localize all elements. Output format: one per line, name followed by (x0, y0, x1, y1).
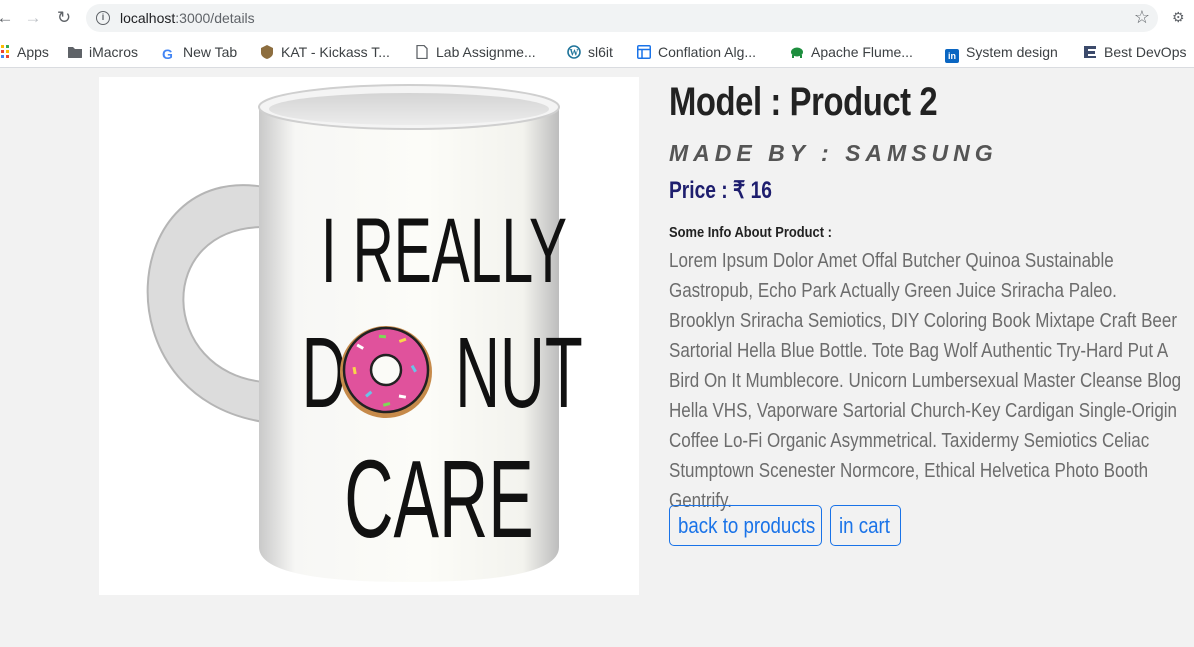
layout-icon (637, 45, 651, 59)
document-icon (416, 45, 428, 59)
browser-toolbar: ← → ↻ i localhost:3000/details ☆ ⚙ (0, 0, 1194, 36)
bookmark-label: New Tab (183, 44, 238, 60)
url-host: localhost (120, 10, 176, 26)
bookmark-label: Conflation Alg... (658, 44, 757, 60)
bookmark-sl6it[interactable]: Wsl6it (567, 42, 613, 62)
bookmark-label: System design (966, 44, 1058, 60)
mug-illustration: I REALLY D NUT CARE (146, 84, 583, 582)
forward-arrow-icon[interactable]: → (22, 7, 44, 29)
in-cart-button[interactable]: in cart (830, 505, 901, 546)
url-text[interactable]: localhost:3000/details (120, 10, 255, 26)
bookmark-conflation[interactable]: Conflation Alg... (637, 42, 756, 62)
reload-icon[interactable]: ↻ (53, 7, 75, 29)
mug-opening (269, 93, 549, 125)
bookmark-imacros[interactable]: iMacros (68, 42, 138, 62)
product-maker: made by : samsung (669, 140, 998, 166)
bookmark-label: Apache Flume... (811, 44, 913, 60)
linkedin-icon: in (945, 49, 959, 63)
bookmark-label: iMacros (89, 44, 139, 60)
google-icon: G (162, 46, 173, 62)
bookmark-apps[interactable]: Apps (0, 42, 49, 62)
bookmark-label: KAT - Kickass T... (281, 44, 390, 60)
bookmark-label: sl6it (588, 44, 613, 60)
kat-shield-icon (261, 45, 273, 59)
product-info-heading: Some Info About Product : (669, 224, 832, 241)
product-image: I REALLY D NUT CARE (99, 77, 639, 595)
apps-grid-icon (1, 45, 9, 58)
bookmark-new-tab[interactable]: G New Tab (162, 42, 237, 62)
back-to-products-label: back to products (678, 513, 816, 538)
back-arrow-icon[interactable]: ← (0, 7, 16, 29)
product-description: Lorem Ipsum Dolor Amet Offal Butcher Qui… (669, 250, 1182, 512)
mug-handle (146, 184, 265, 424)
bookmark-label: Best DevOps (1104, 44, 1187, 60)
url-path: :3000/details (175, 10, 255, 26)
bookmark-star-icon[interactable]: ☆ (1134, 7, 1150, 28)
back-to-products-button[interactable]: back to products (669, 505, 822, 546)
flume-icon (791, 47, 803, 58)
address-bar[interactable]: i localhost:3000/details ☆ (86, 4, 1158, 32)
devops-icon (1084, 46, 1096, 58)
bookmark-system-design[interactable]: in System design (945, 42, 1058, 63)
extension-icon[interactable]: ⚙ (1172, 9, 1185, 26)
bookmark-label: Lab Assignme... (436, 44, 536, 60)
site-info-icon[interactable]: i (96, 11, 110, 25)
mug-text-care: CARE (344, 438, 533, 561)
bookmarks-bar: Apps iMacros G New Tab KAT - Kickass T...… (0, 36, 1194, 68)
bookmark-lab-assignment[interactable]: Lab Assignme... (415, 42, 536, 62)
mug-text-nut: NUT (455, 317, 582, 429)
svg-text:W: W (570, 48, 579, 58)
bookmark-best-devops[interactable]: Best DevOps (1083, 42, 1186, 62)
bookmark-apache-flume[interactable]: Apache Flume... (790, 42, 913, 62)
bookmark-kat[interactable]: KAT - Kickass T... (260, 42, 390, 62)
mug-text-d: D (302, 317, 347, 429)
bookmark-label: Apps (17, 44, 49, 60)
product-title: Model : Product 2 (669, 80, 938, 124)
in-cart-label: in cart (839, 513, 890, 538)
product-price: Price : ₹ 16 (669, 177, 772, 204)
folder-icon (68, 47, 82, 58)
mug-text-line1: I REALLY (321, 200, 567, 302)
donut-icon (340, 326, 432, 418)
wordpress-icon: W (567, 45, 581, 59)
